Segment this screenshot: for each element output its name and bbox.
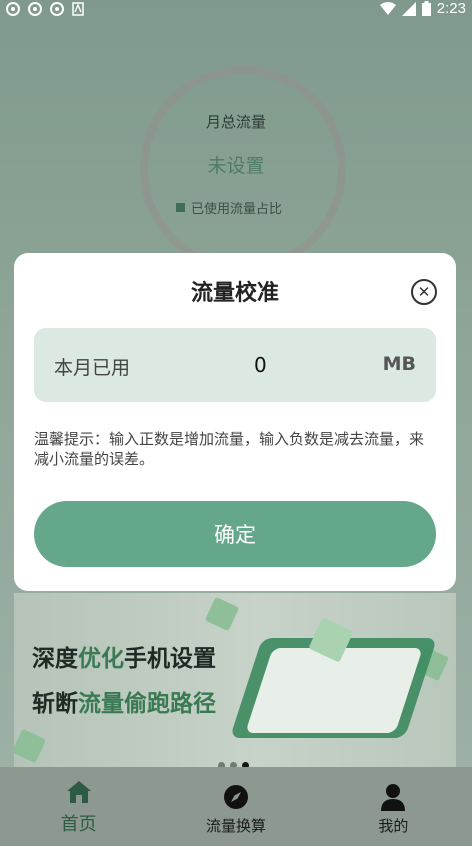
decorative-cube xyxy=(14,728,47,764)
used-traffic-field: 本月已用 MB xyxy=(34,328,436,402)
nav-converter[interactable]: 流量换算 xyxy=(157,767,314,846)
usage-ring-status: 未设置 xyxy=(207,155,265,177)
nav-home[interactable]: 首页 xyxy=(0,767,157,846)
notification-icons xyxy=(6,2,86,16)
phone-illustration-screen xyxy=(245,648,423,733)
app-notification-icon xyxy=(28,2,42,16)
battery-icon xyxy=(421,1,431,16)
decorative-cube xyxy=(204,596,240,632)
legend-swatch xyxy=(176,203,185,212)
usage-ring-label: 月总流量 xyxy=(205,113,266,131)
field-label: 本月已用 xyxy=(54,357,131,379)
dialog-title: 流量校准 xyxy=(190,281,279,306)
close-icon[interactable]: ✕ xyxy=(411,279,437,305)
field-unit: MB xyxy=(382,353,416,375)
wifi-icon xyxy=(379,1,396,15)
person-icon xyxy=(379,783,407,811)
usage-legend: 已使用流量占比 xyxy=(176,198,282,217)
legend-label: 已使用流量占比 xyxy=(191,202,283,217)
nav-profile[interactable]: 我的 xyxy=(315,767,472,846)
confirm-button[interactable]: 确定 xyxy=(34,501,436,567)
system-status: 2:23 xyxy=(379,0,466,17)
signal-icon xyxy=(401,1,416,16)
app-notification-icon xyxy=(6,2,20,16)
status-bar: 2:23 xyxy=(0,0,472,22)
banner-headline-2: 斩断流量偷跑路径 xyxy=(32,690,216,717)
hint-text: 温馨提示：输入正数是增加流量，输入负数是减去流量，来减小流量的误差。 xyxy=(34,430,425,468)
calibration-dialog: 流量校准 ✕ 本月已用 MB 温馨提示：输入正数是增加流量，输入负数是减去流量，… xyxy=(14,253,456,591)
promo-banner[interactable]: 深度优化手机设置 斩断流量偷跑路径 xyxy=(14,593,456,769)
home-icon xyxy=(65,778,93,806)
nav-profile-label: 我的 xyxy=(378,817,409,835)
banner-headline-1: 深度优化手机设置 xyxy=(32,645,216,672)
keyboard-notification-icon xyxy=(72,2,86,16)
nav-converter-label: 流量换算 xyxy=(205,817,266,835)
nav-home-label: 首页 xyxy=(60,814,97,835)
used-traffic-input[interactable] xyxy=(184,348,404,382)
app-notification-icon xyxy=(50,2,64,16)
bottom-nav: 首页 流量换算 我的 xyxy=(0,767,472,846)
compass-icon xyxy=(222,783,250,811)
clock: 2:23 xyxy=(436,0,466,17)
